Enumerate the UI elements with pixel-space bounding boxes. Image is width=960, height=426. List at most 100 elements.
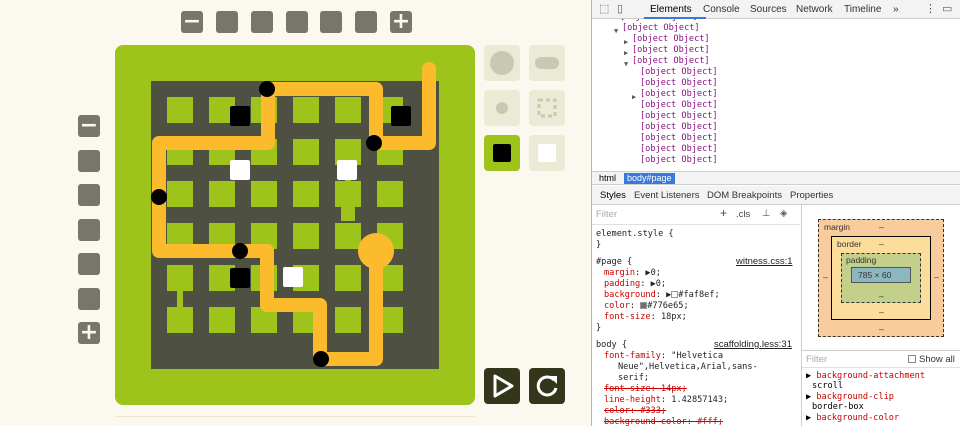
dom-line[interactable]: [object Object] bbox=[640, 111, 718, 122]
cls-button[interactable]: .cls bbox=[736, 209, 750, 221]
box-border[interactable]: border – – padding – 785 × 60 bbox=[831, 236, 931, 320]
dom-line[interactable]: [object Object] bbox=[632, 56, 710, 67]
computed-property[interactable]: ▶ background-clip bbox=[806, 392, 894, 403]
left-size-button-5[interactable] bbox=[78, 288, 100, 310]
dom-line[interactable]: [object Object] bbox=[640, 89, 718, 100]
computed-name: background-clip bbox=[816, 392, 894, 402]
page-rule-selector[interactable]: #page { bbox=[596, 257, 632, 268]
breadcrumb-html[interactable]: html bbox=[596, 173, 619, 184]
top-size-button-5[interactable] bbox=[355, 11, 377, 33]
tab-elements[interactable]: Elements bbox=[650, 4, 692, 15]
top-size-button-1[interactable] bbox=[216, 11, 238, 33]
puzzle-page: − + − + bbox=[0, 0, 591, 426]
tool-big-dot[interactable] bbox=[484, 45, 520, 81]
dom-line[interactable]: [object Object] bbox=[632, 34, 710, 45]
tool-small-dot[interactable] bbox=[484, 90, 520, 126]
css-property[interactable]: margin: ▶0; bbox=[604, 268, 661, 279]
left-size-button-1[interactable] bbox=[78, 150, 100, 172]
css-property[interactable]: font-size: 18px; bbox=[604, 312, 687, 323]
top-minus-button[interactable]: − bbox=[181, 11, 203, 33]
expand-arrow-icon[interactable]: ▼ bbox=[624, 58, 628, 70]
box-content[interactable]: 785 × 60 bbox=[851, 267, 911, 283]
left-size-button-3[interactable] bbox=[78, 219, 100, 241]
toggle-icon[interactable]: ◈ bbox=[780, 208, 787, 220]
tab-dom-breakpoints[interactable]: DOM Breakpoints bbox=[707, 190, 782, 201]
property-name: line-height bbox=[604, 395, 661, 405]
left-plus-button[interactable]: + bbox=[78, 322, 100, 344]
page-rule-source-link[interactable]: witness.css:1 bbox=[736, 256, 793, 268]
expand-arrow-icon[interactable]: ▼ bbox=[614, 25, 618, 37]
box-margin-label: margin bbox=[824, 222, 850, 232]
path-start-node[interactable] bbox=[358, 233, 394, 269]
element-style-rule[interactable]: element.style { bbox=[596, 229, 674, 240]
box-margin[interactable]: margin – – – – border – – padding – 785 … bbox=[818, 219, 944, 337]
tab-event-listeners[interactable]: Event Listeners bbox=[634, 190, 699, 201]
device-icon[interactable]: ▯ bbox=[617, 3, 623, 15]
overridden-property[interactable]: background-color: #fff; bbox=[604, 417, 723, 426]
play-button[interactable] bbox=[484, 368, 520, 404]
top-size-button-4[interactable] bbox=[320, 11, 342, 33]
tab-properties[interactable]: Properties bbox=[790, 190, 833, 201]
box-padding-bottom: – bbox=[879, 291, 884, 301]
property-value: 0; bbox=[650, 268, 661, 278]
css-property[interactable]: background: ▶ #faf8ef; bbox=[604, 290, 720, 301]
overridden-property[interactable]: font-size: 14px; bbox=[604, 384, 687, 395]
inspect-icon[interactable]: ⬚ bbox=[599, 3, 609, 15]
dom-line[interactable]: [object Object] bbox=[640, 122, 718, 133]
restart-icon bbox=[536, 375, 558, 397]
tool-white-square[interactable] bbox=[529, 135, 565, 171]
tab-timeline[interactable]: Timeline bbox=[844, 4, 881, 15]
sidebar-tab-bar: Styles Event Listeners DOM Breakpoints P… bbox=[592, 186, 960, 205]
css-property[interactable]: padding: ▶0; bbox=[604, 279, 666, 290]
left-minus-button[interactable]: − bbox=[78, 115, 100, 137]
show-all-label: Show all bbox=[919, 354, 955, 365]
css-property[interactable]: font-family: "Helvetica bbox=[604, 351, 723, 362]
tool-pill[interactable] bbox=[529, 45, 565, 81]
overridden-property[interactable]: color: #333; bbox=[604, 406, 666, 417]
box-padding[interactable]: padding – 785 × 60 bbox=[841, 253, 921, 303]
property-value: #776e65; bbox=[647, 301, 689, 311]
left-size-button-2[interactable] bbox=[78, 184, 100, 206]
computed-value: scroll bbox=[812, 381, 844, 391]
tab-sources[interactable]: Sources bbox=[750, 4, 787, 15]
show-all-checkbox[interactable] bbox=[908, 355, 916, 363]
puzzle-grid[interactable] bbox=[115, 45, 475, 405]
top-size-button-2[interactable] bbox=[251, 11, 273, 33]
puzzle-board[interactable] bbox=[115, 45, 475, 405]
expand-arrow-icon[interactable]: ▶ bbox=[632, 91, 636, 103]
dom-line[interactable]: [object Object] bbox=[640, 144, 718, 155]
dom-line[interactable]: [object Object] bbox=[640, 78, 718, 89]
dock-icon[interactable]: ▭ bbox=[942, 3, 952, 15]
computed-property[interactable]: ▶ background-attachment bbox=[806, 371, 925, 382]
menu-icon[interactable]: ⋮ bbox=[925, 3, 936, 15]
computed-property[interactable]: ▶ background-color bbox=[806, 413, 899, 424]
top-size-button-3[interactable] bbox=[286, 11, 308, 33]
top-plus-button[interactable]: + bbox=[390, 11, 412, 33]
dom-tree[interactable]: [object Object] [object Object] [object … bbox=[592, 19, 960, 171]
dom-line[interactable]: [object Object] bbox=[622, 23, 700, 34]
styles-filter-input[interactable]: Filter bbox=[596, 209, 617, 221]
tab-console[interactable]: Console bbox=[703, 4, 740, 15]
dom-line[interactable]: [object Object] bbox=[640, 133, 718, 144]
body-rule-selector[interactable]: body { bbox=[596, 340, 627, 351]
restart-button[interactable] bbox=[529, 368, 565, 404]
computed-filter-input[interactable]: Filter bbox=[806, 354, 827, 365]
add-rule-button[interactable]: + bbox=[720, 207, 727, 219]
tool-black-square[interactable] bbox=[484, 135, 520, 171]
dom-line[interactable]: [object Object] bbox=[620, 19, 698, 23]
left-size-button-4[interactable] bbox=[78, 253, 100, 275]
dom-line[interactable]: [object Object] bbox=[640, 100, 718, 111]
dom-line[interactable]: [object Object] bbox=[640, 155, 718, 166]
body-rule-source-link[interactable]: scaffolding.less:31 bbox=[714, 339, 792, 351]
box-padding-label: padding bbox=[846, 255, 877, 265]
pin-icon[interactable]: ⊥ bbox=[762, 208, 770, 220]
dom-line[interactable]: [object Object] bbox=[632, 45, 710, 56]
tab-network[interactable]: Network bbox=[796, 4, 833, 15]
more-tabs-icon[interactable]: » bbox=[893, 4, 899, 15]
tab-styles[interactable]: Styles bbox=[600, 190, 626, 201]
dom-line[interactable]: [object Object] bbox=[640, 67, 718, 78]
css-property[interactable]: line-height: 1.42857143; bbox=[604, 395, 728, 406]
tool-dashed-square[interactable] bbox=[529, 90, 565, 126]
css-property[interactable]: color: #776e65; bbox=[604, 301, 689, 312]
breadcrumb-body[interactable]: body#page bbox=[624, 173, 675, 184]
